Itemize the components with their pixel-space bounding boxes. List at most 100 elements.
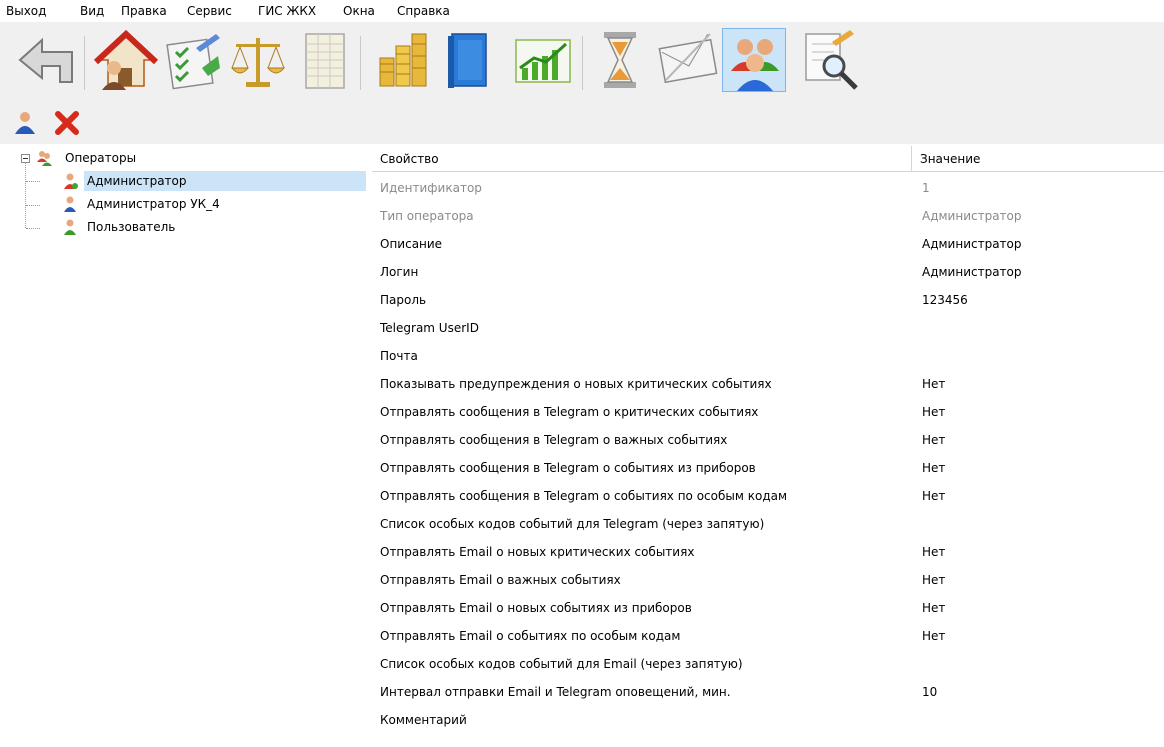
users-button[interactable]	[722, 28, 786, 92]
property-name: Список особых кодов событий для Email (ч…	[380, 657, 743, 671]
property-row[interactable]: Отправлять Email о событиях по особым ко…	[372, 622, 1164, 650]
property-row[interactable]: Тип оператора Администратор	[372, 202, 1164, 230]
users-group-icon	[37, 151, 52, 166]
property-row[interactable]: Список особых кодов событий для Email (ч…	[372, 650, 1164, 678]
property-row[interactable]: Логин Администратор	[372, 258, 1164, 286]
property-name: Логин	[380, 265, 419, 279]
collapse-toggle[interactable]	[21, 154, 30, 163]
scales-button[interactable]	[226, 28, 290, 92]
property-name: Интервал отправки Email и Telegram опове…	[380, 685, 731, 699]
property-value[interactable]: Нет	[922, 398, 945, 426]
property-row[interactable]: Идентификатор 1	[372, 174, 1164, 202]
menu-okna[interactable]: Окна	[343, 4, 375, 18]
property-name: Пароль	[380, 293, 427, 307]
property-value[interactable]: Нет	[922, 622, 945, 650]
property-row[interactable]: Пароль 123456	[372, 286, 1164, 314]
property-row[interactable]: Показывать предупреждения о новых критич…	[372, 370, 1164, 398]
property-row[interactable]: Интервал отправки Email и Telegram опове…	[372, 678, 1164, 706]
book-icon	[448, 33, 487, 88]
admin-user-icon	[64, 173, 78, 189]
property-name: Отправлять сообщения в Telegram о важных…	[380, 433, 728, 447]
delete-button[interactable]	[54, 110, 80, 136]
property-value[interactable]: Нет	[922, 538, 945, 566]
property-value[interactable]: Нет	[922, 482, 945, 510]
menu-vyhod[interactable]: Выход	[6, 4, 46, 18]
property-row[interactable]: Telegram UserID	[372, 314, 1164, 342]
users-group-icon	[731, 39, 779, 91]
menu-vid[interactable]: Вид	[80, 4, 104, 18]
property-value[interactable]: Администратор	[922, 258, 1022, 286]
main-toolbar	[0, 22, 1164, 106]
menu-gis-zhkh[interactable]: ГИС ЖКХ	[258, 4, 316, 18]
scales-icon	[230, 38, 286, 87]
property-row[interactable]: Отправлять Email о новых событиях из при…	[372, 594, 1164, 622]
property-row[interactable]: Почта	[372, 342, 1164, 370]
book-button[interactable]	[436, 28, 500, 92]
menu-servis[interactable]: Сервис	[187, 4, 232, 18]
tree-item-label: Администратор	[84, 171, 366, 191]
tree-root-label: Операторы	[65, 151, 137, 165]
delete-x-icon	[55, 111, 79, 135]
property-value[interactable]: Нет	[922, 370, 945, 398]
blue-user-icon	[64, 196, 76, 212]
property-value[interactable]: 10	[922, 678, 937, 706]
checklist-button[interactable]	[160, 28, 224, 92]
back-button[interactable]	[14, 28, 78, 92]
property-value: 1	[922, 181, 930, 195]
property-value[interactable]: Нет	[922, 594, 945, 622]
back-arrow-icon	[18, 37, 73, 83]
document-search-button[interactable]	[798, 28, 862, 92]
toolbar-separator	[582, 36, 583, 90]
add-user-icon	[15, 112, 35, 134]
tree-item-administrator[interactable]: Администратор	[0, 171, 366, 191]
house-with-user-icon	[94, 29, 158, 90]
property-value[interactable]: 123456	[922, 286, 968, 314]
tree-item-user[interactable]: Пользователь	[0, 217, 360, 237]
envelope-button[interactable]	[656, 28, 720, 92]
property-row[interactable]: Описание Администратор	[372, 230, 1164, 258]
property-name: Список особых кодов событий для Telegram…	[380, 517, 765, 531]
property-value[interactable]: Нет	[922, 566, 945, 594]
add-user-button[interactable]	[12, 110, 38, 136]
menu-pravka[interactable]: Правка	[121, 4, 167, 18]
toolbar-separator	[84, 36, 85, 90]
coins-icon	[379, 33, 427, 87]
tree-node-root[interactable]: Операторы	[0, 148, 360, 168]
spreadsheet-button[interactable]	[292, 28, 356, 92]
hourglass-button[interactable]	[588, 28, 652, 92]
secondary-toolbar	[0, 106, 1164, 144]
property-row[interactable]: Отправлять Email о новых критических соб…	[372, 538, 1164, 566]
property-value[interactable]: Администратор	[922, 230, 1022, 258]
property-row[interactable]: Отправлять сообщения в Telegram о событи…	[372, 482, 1164, 510]
column-header-property[interactable]: Свойство	[372, 146, 912, 172]
property-name: Отправлять Email о событиях по особым ко…	[380, 629, 681, 643]
property-name: Тип оператора	[380, 209, 474, 223]
property-row[interactable]: Список особых кодов событий для Telegram…	[372, 510, 1164, 538]
property-name: Отправлять Email о новых критических соб…	[380, 545, 695, 559]
coins-button[interactable]	[370, 28, 434, 92]
operators-tree: Операторы Администратор Администратор УК…	[0, 146, 366, 747]
chart-button[interactable]	[512, 28, 576, 92]
menu-spravka[interactable]: Справка	[397, 4, 450, 18]
property-row[interactable]: Комментарий	[372, 706, 1164, 734]
document-search-icon	[805, 30, 858, 90]
tree-item-administrator-uk4[interactable]: Администратор УК_4	[0, 194, 360, 214]
green-user-icon	[64, 219, 76, 235]
houses-button[interactable]	[94, 28, 158, 92]
property-name: Отправлять сообщения в Telegram о событи…	[380, 489, 788, 503]
property-row[interactable]: Отправлять Email о важных событиях Нет	[372, 566, 1164, 594]
growth-chart-icon	[515, 39, 571, 83]
property-value[interactable]: Нет	[922, 426, 945, 454]
properties-grid: Свойство Значение Идентификатор 1 Тип опер…	[372, 146, 1164, 747]
column-header-value[interactable]: Значение	[912, 146, 1164, 172]
hourglass-icon	[604, 32, 636, 88]
tree-item-label: Пользователь	[87, 220, 176, 234]
tree-item-label: Администратор УК_4	[87, 197, 220, 211]
menu-bar: Выход Вид Правка Сервис ГИС ЖКХ Окна Спр…	[0, 0, 1164, 22]
property-row[interactable]: Отправлять сообщения в Telegram о событи…	[372, 454, 1164, 482]
property-row[interactable]: Отправлять сообщения в Telegram о важных…	[372, 426, 1164, 454]
property-row[interactable]: Отправлять сообщения в Telegram о критич…	[372, 398, 1164, 426]
toolbar-separator	[360, 36, 361, 90]
property-value[interactable]: Нет	[922, 454, 945, 482]
property-name: Отправлять сообщения в Telegram о событи…	[380, 461, 756, 475]
